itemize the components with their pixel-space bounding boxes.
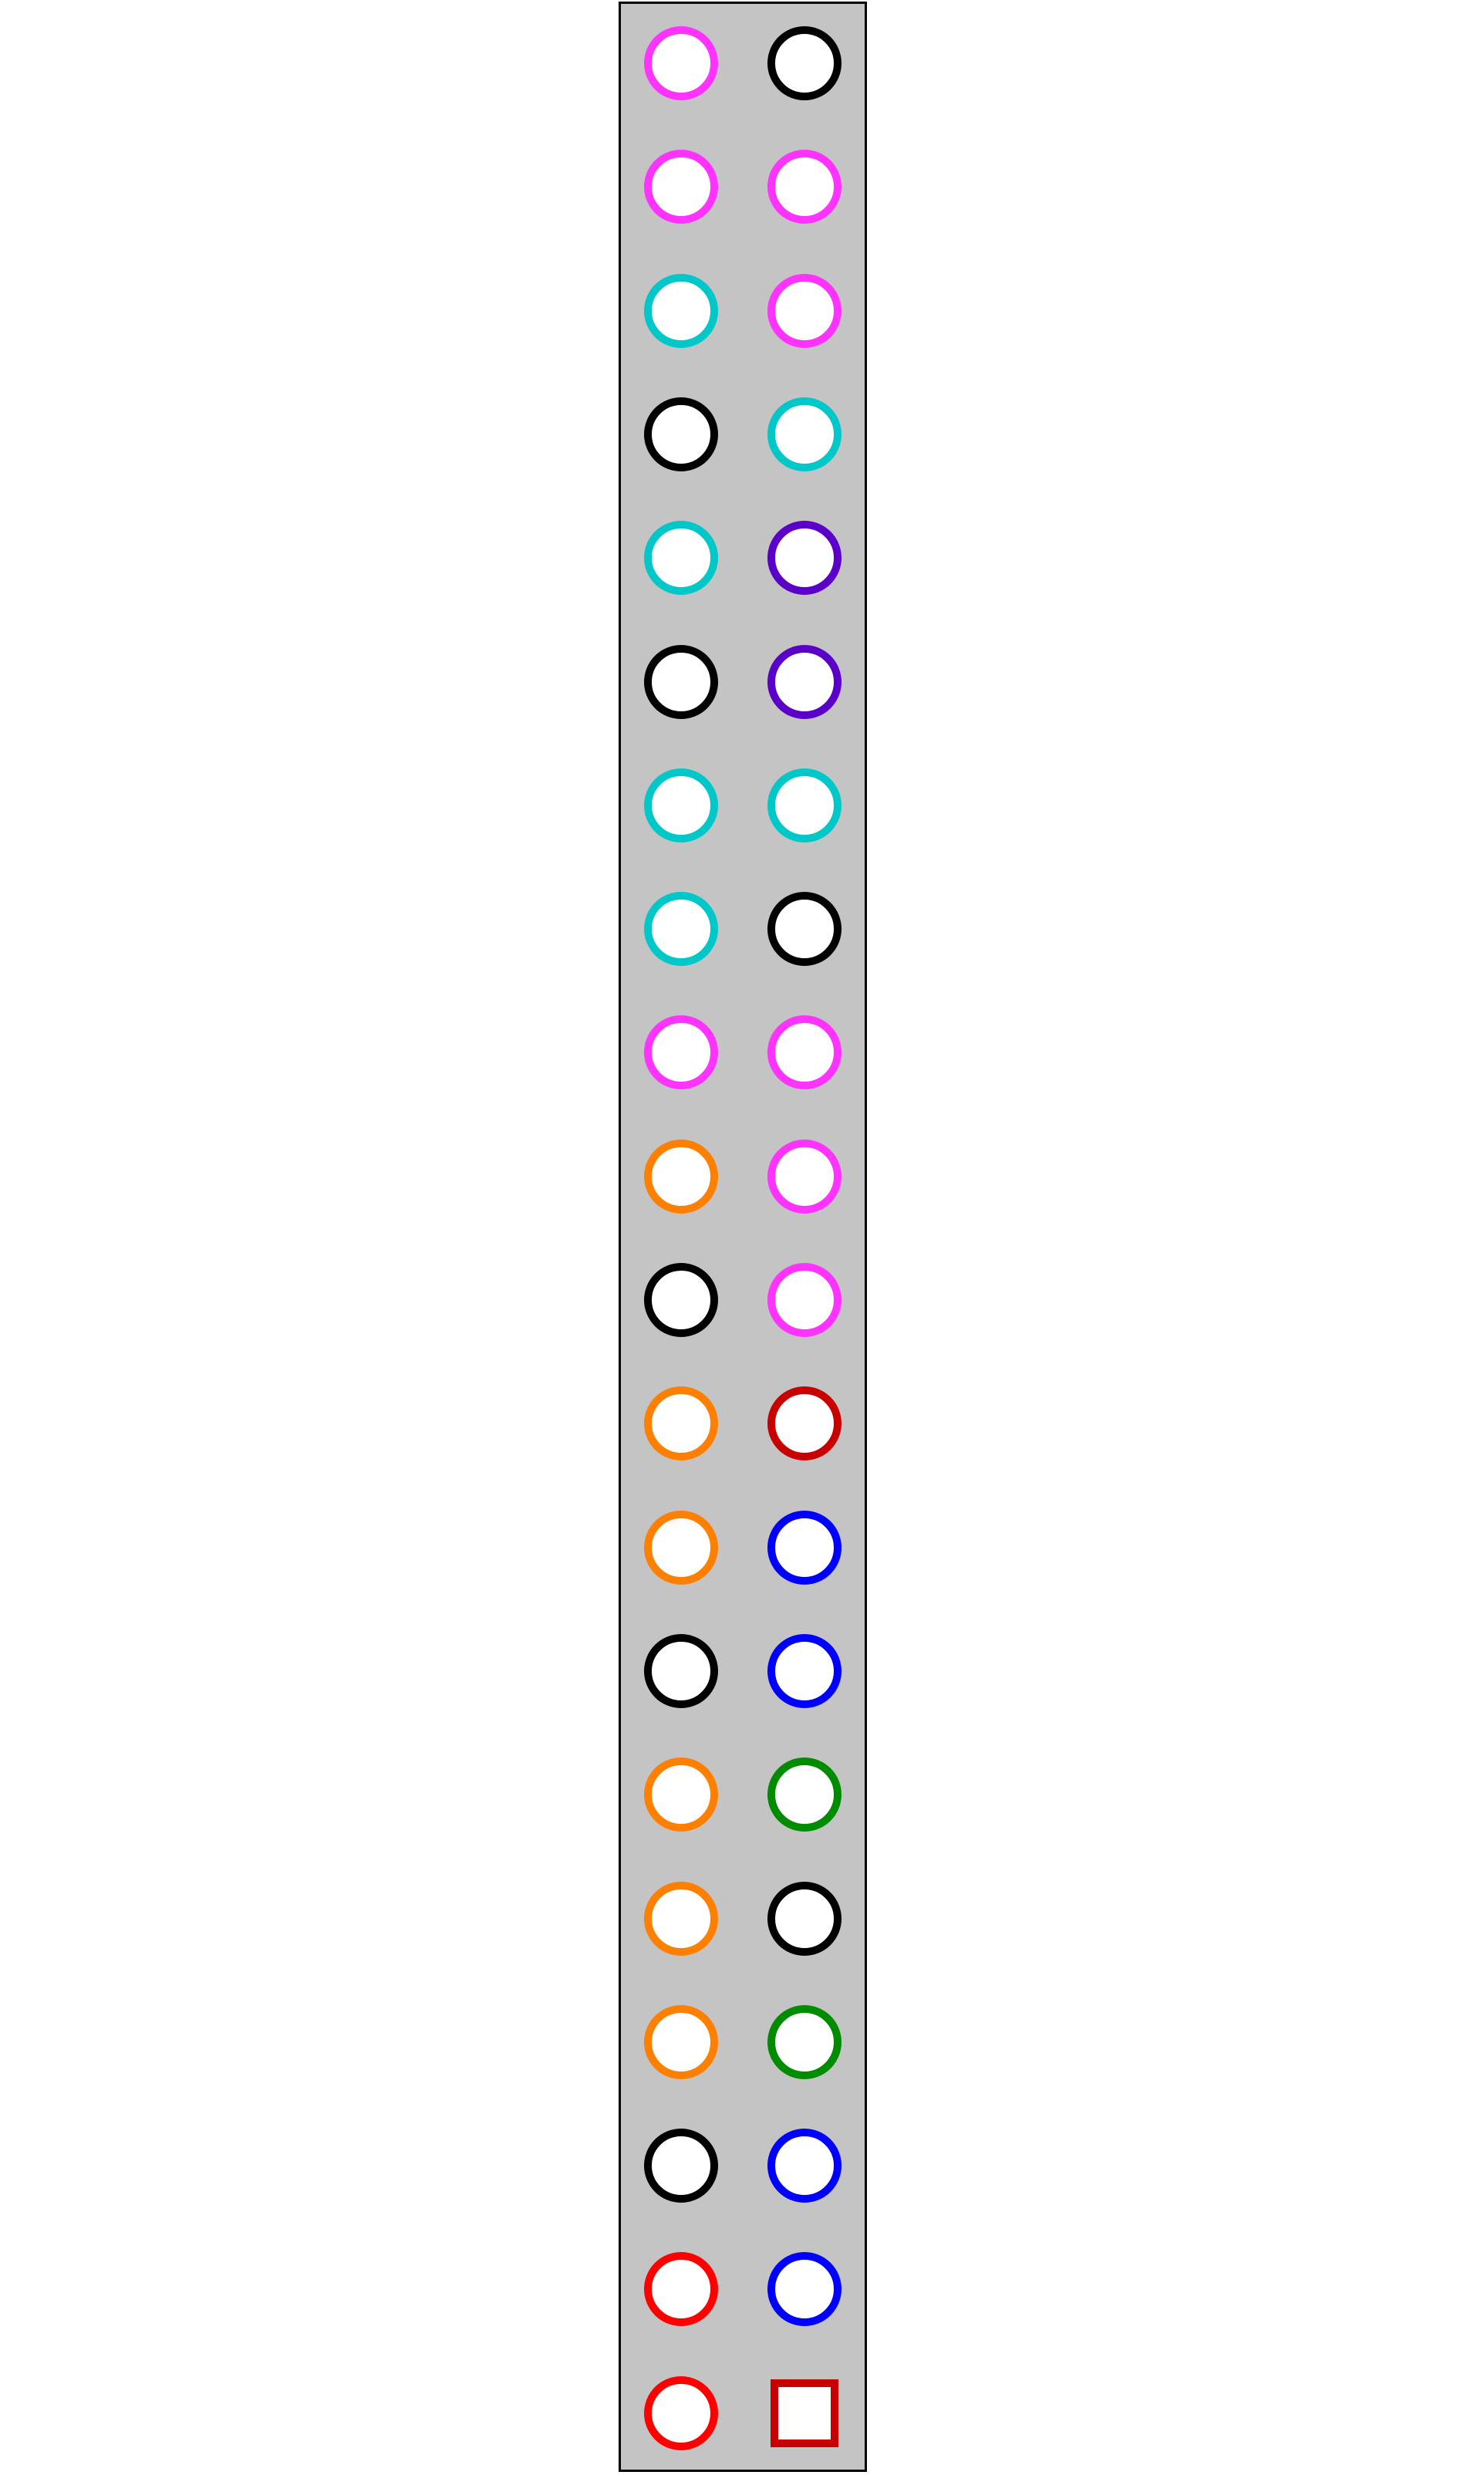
left-black-circle-marker-14 (644, 1634, 718, 1708)
right-black-circle-marker-16 (767, 1882, 841, 1956)
left-cyan-circle-marker-3 (644, 274, 718, 348)
left-red-circle-marker-19 (644, 2252, 718, 2326)
left-orange-circle-marker-10 (644, 1140, 718, 1214)
left-cyan-circle-marker-8 (644, 892, 718, 966)
right-magenta-circle-marker-11 (767, 1263, 841, 1337)
left-orange-circle-marker-16 (644, 1882, 718, 1956)
left-black-circle-marker-18 (644, 2129, 718, 2203)
left-black-circle-marker-11 (644, 1263, 718, 1337)
right-blue-circle-marker-19 (767, 2252, 841, 2326)
right-blue-circle-marker-18 (767, 2129, 841, 2203)
right-magenta-circle-marker-9 (767, 1015, 841, 1089)
right-blue-circle-marker-13 (767, 1511, 841, 1585)
left-red-circle-marker-20 (644, 2376, 718, 2450)
left-orange-circle-marker-12 (644, 1386, 718, 1460)
left-orange-circle-marker-13 (644, 1511, 718, 1585)
right-black-circle-marker-8 (767, 892, 841, 966)
left-cyan-circle-marker-5 (644, 521, 718, 595)
left-magenta-circle-marker-2 (644, 150, 718, 224)
right-black-circle-marker-1 (767, 26, 841, 100)
right-green-circle-marker-17 (767, 2005, 841, 2079)
left-orange-circle-marker-15 (644, 1757, 718, 1832)
right-green-circle-marker-15 (767, 1757, 841, 1832)
left-black-circle-marker-4 (644, 397, 718, 471)
right-darkred-square-marker-20 (771, 2379, 838, 2447)
right-magenta-circle-marker-3 (767, 274, 841, 348)
marker-panel (619, 2, 867, 2472)
right-magenta-circle-marker-10 (767, 1140, 841, 1214)
right-darkred-circle-marker-12 (767, 1386, 841, 1460)
left-orange-circle-marker-17 (644, 2005, 718, 2079)
left-magenta-circle-marker-1 (644, 26, 718, 100)
right-purple-circle-marker-5 (767, 521, 841, 595)
left-magenta-circle-marker-9 (644, 1015, 718, 1089)
right-magenta-circle-marker-2 (767, 150, 841, 224)
left-black-circle-marker-6 (644, 645, 718, 719)
left-cyan-circle-marker-7 (644, 768, 718, 842)
right-purple-circle-marker-6 (767, 645, 841, 719)
right-cyan-circle-marker-7 (767, 768, 841, 842)
right-blue-circle-marker-14 (767, 1634, 841, 1708)
right-cyan-circle-marker-4 (767, 397, 841, 471)
